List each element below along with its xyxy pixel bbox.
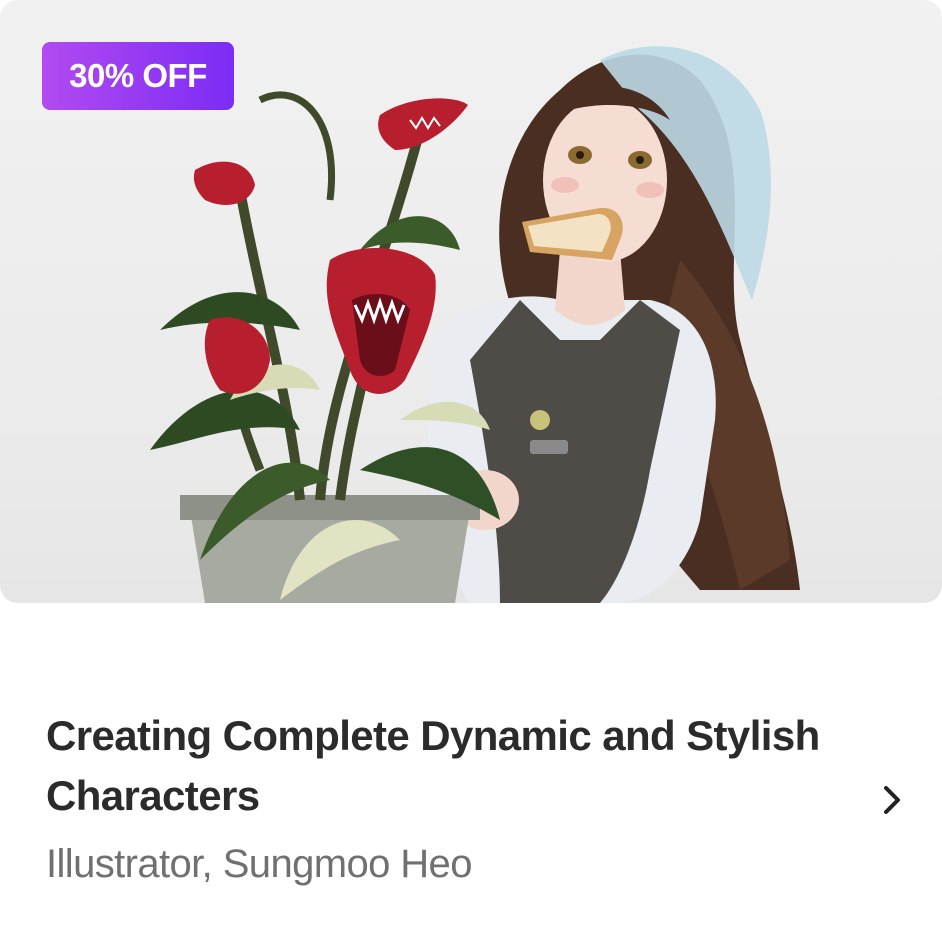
course-title[interactable]: Creating Complete Dynamic and Stylish Ch… [46,706,866,826]
course-instructor: Illustrator, Sungmoo Heo [46,842,472,886]
chevron-right-icon[interactable] [872,780,912,820]
course-card[interactable]: 30% OFF Creating Complete Dynamic and St… [0,0,942,936]
discount-badge: 30% OFF [42,42,234,110]
course-thumbnail[interactable]: 30% OFF [0,0,942,603]
